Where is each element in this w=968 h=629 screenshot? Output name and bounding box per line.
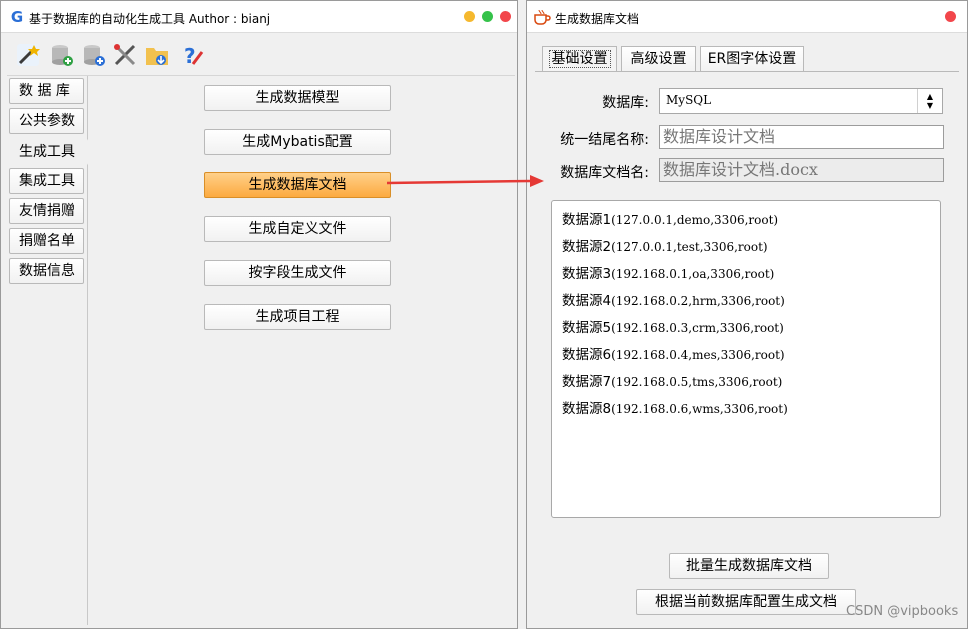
- tab-advanced-settings[interactable]: 高级设置: [621, 46, 696, 72]
- gen-data-model-button[interactable]: 生成数据模型: [204, 85, 391, 111]
- doc-window-title: 生成数据库文档: [555, 12, 640, 26]
- gen-by-field-button[interactable]: 按字段生成文件: [204, 260, 391, 286]
- db-type-select[interactable]: MySQL ▲ ▼: [659, 88, 943, 114]
- db-type-value: MySQL: [666, 93, 712, 107]
- minimize-button[interactable]: [464, 11, 475, 22]
- tab-basic-settings[interactable]: 基础设置: [542, 46, 617, 72]
- list-item[interactable]: 数据源6(192.168.0.4,mes,3306,root): [562, 343, 785, 363]
- maximize-button[interactable]: [482, 11, 493, 22]
- main-window: G 基于数据库的自动化生成工具 Author : bianj ? 数 据 库 公…: [0, 0, 518, 629]
- main-titlebar: G 基于数据库的自动化生成工具 Author : bianj: [1, 1, 517, 33]
- db-type-label: 数据库:: [602, 95, 649, 111]
- folder-download-icon[interactable]: [144, 42, 170, 68]
- list-item[interactable]: 数据源5(192.168.0.3,crm,3306,root): [562, 316, 784, 336]
- list-item[interactable]: 数据源1(127.0.0.1,demo,3306,root): [562, 208, 778, 228]
- tab-panel-border: [535, 71, 959, 72]
- side-tab-gen-tools[interactable]: 生成工具: [9, 139, 88, 165]
- list-item[interactable]: 数据源2(127.0.0.1,test,3306,root): [562, 235, 768, 255]
- side-tab-common-params[interactable]: 公共参数: [9, 108, 84, 134]
- side-tab-data-info[interactable]: 数据信息: [9, 258, 84, 284]
- close-button[interactable]: [500, 11, 511, 22]
- app-logo-icon: G: [10, 8, 24, 26]
- select-arrows-icon: ▲ ▼: [917, 89, 942, 113]
- list-item[interactable]: 数据源7(192.168.0.5,tms,3306,root): [562, 370, 782, 390]
- side-tab-integration-tools[interactable]: 集成工具: [9, 168, 84, 194]
- main-window-title: 基于数据库的自动化生成工具 Author : bianj: [29, 12, 271, 26]
- tab-er-font-settings[interactable]: ER图字体设置: [700, 46, 804, 72]
- side-tab-donor-list[interactable]: 捐赠名单: [9, 228, 84, 254]
- tools-icon[interactable]: [112, 42, 138, 68]
- datasource-list[interactable]: 数据源1(127.0.0.1,demo,3306,root) 数据源2(127.…: [551, 200, 941, 518]
- list-item[interactable]: 数据源8(192.168.0.6,wms,3306,root): [562, 397, 788, 417]
- list-item[interactable]: 数据源4(192.168.0.2,hrm,3306,root): [562, 289, 785, 309]
- batch-generate-button[interactable]: 批量生成数据库文档: [669, 553, 829, 579]
- gen-custom-file-button[interactable]: 生成自定义文件: [204, 216, 391, 242]
- docname-input[interactable]: 数据库设计文档.docx: [659, 158, 944, 182]
- database-add-icon[interactable]: [49, 42, 75, 68]
- watermark: CSDN @vipbooks: [846, 604, 959, 619]
- side-tab-donate[interactable]: 友情捐赠: [9, 198, 84, 224]
- gen-mybatis-config-button[interactable]: 生成Mybatis配置: [204, 129, 391, 155]
- docname-label: 数据库文档名:: [560, 165, 649, 181]
- side-tab-database[interactable]: 数 据 库: [9, 78, 84, 104]
- doc-titlebar: 生成数据库文档: [527, 1, 967, 33]
- generate-current-button[interactable]: 根据当前数据库配置生成文档: [636, 589, 856, 615]
- gen-db-doc-button[interactable]: 生成数据库文档: [204, 172, 391, 198]
- gen-project-button[interactable]: 生成项目工程: [204, 304, 391, 330]
- content-top-border: [7, 75, 515, 76]
- list-item[interactable]: 数据源3(192.168.0.1,oa,3306,root): [562, 262, 774, 282]
- coffee-icon: [533, 9, 551, 25]
- suffix-label: 统一结尾名称:: [560, 132, 649, 148]
- help-icon[interactable]: ?: [179, 42, 205, 68]
- database-plus-icon[interactable]: [81, 42, 107, 68]
- db-doc-window: 生成数据库文档 基础设置 高级设置 ER图字体设置 数据库: MySQL ▲ ▼ …: [526, 0, 968, 629]
- doc-close-button[interactable]: [945, 11, 956, 22]
- wand-icon[interactable]: [15, 42, 41, 68]
- suffix-input[interactable]: 数据库设计文档: [659, 125, 944, 149]
